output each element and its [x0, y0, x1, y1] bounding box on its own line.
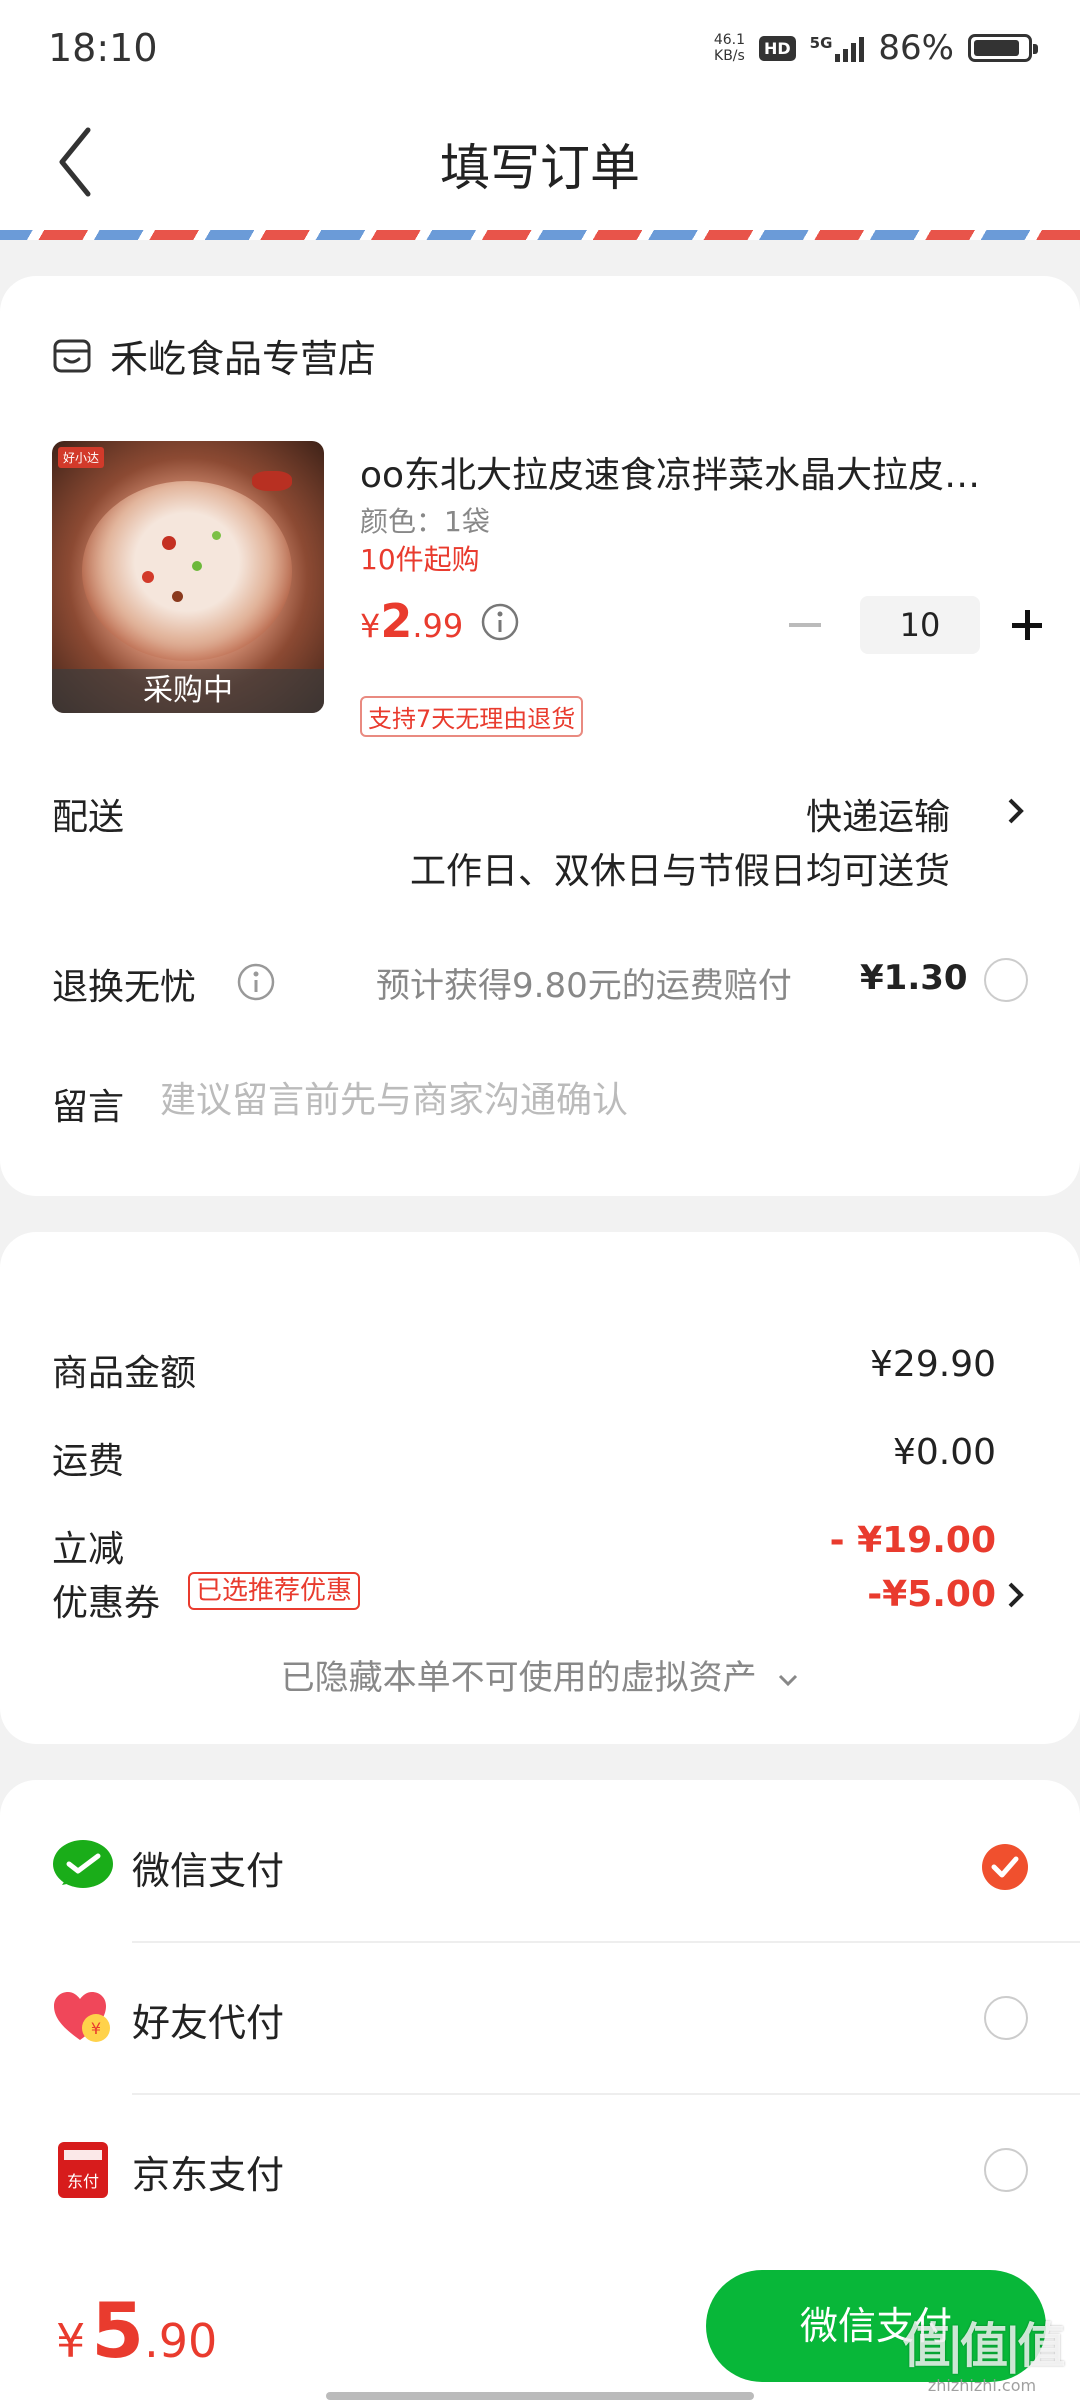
status-bar: 18:10 46.1 KB/s HD 5G 86%	[0, 0, 1080, 100]
battery-level	[974, 40, 1019, 56]
worry-free-label: 退换无忧	[52, 967, 197, 1008]
home-indicator[interactable]	[326, 2392, 754, 2400]
hd-icon: HD	[759, 35, 796, 61]
goods-amount-label: 商品金额	[52, 1353, 197, 1394]
friend-pay-radio[interactable]	[984, 1996, 1028, 2040]
selected-check-icon[interactable]	[982, 1844, 1028, 1890]
goods-amount-value: ¥29.90	[870, 1344, 996, 1385]
delivery-note: 工作日、双休日与节假日均可送货	[409, 851, 950, 892]
svg-text:东付: 东付	[67, 2172, 99, 2191]
wechat-pay-label: 微信支付	[132, 1849, 285, 1893]
status-time: 18:10	[48, 26, 158, 70]
payment-option-wechat[interactable]: 微信支付	[0, 1790, 1080, 1940]
payment-option-jd[interactable]: 东付 京东支付	[0, 2094, 1080, 2244]
image-tag: 好小达	[58, 447, 105, 468]
minus-icon	[789, 623, 821, 627]
svg-text:¥: ¥	[91, 2019, 101, 2038]
message-label: 留言	[52, 1087, 125, 1128]
quantity-stepper: 10	[780, 596, 1052, 654]
total-price: ¥ 5 .90	[56, 2286, 218, 2375]
friend-pay-icon: ¥	[54, 1992, 110, 2042]
product-price: ¥ 2 .99	[360, 594, 464, 648]
coupon-value[interactable]: -¥5.00	[867, 1574, 996, 1615]
airmail-divider	[0, 230, 1080, 240]
return-policy-badge: 支持7天无理由退货	[360, 696, 584, 737]
worry-free-text: 预计获得9.80元的运费赔付	[376, 966, 792, 1006]
product-title[interactable]: oo东北大拉皮速食凉拌菜水晶大拉皮东北特色凉菜	[360, 446, 1000, 498]
decrease-button[interactable]	[780, 600, 830, 650]
shipping-label: 运费	[52, 1441, 125, 1482]
product-image[interactable]: 好小达 采购中	[52, 441, 324, 713]
nav-bar: 填写订单	[0, 100, 1080, 230]
friend-pay-label: 好友代付	[132, 2001, 285, 2045]
product-spec[interactable]: 颜色：1袋	[360, 500, 490, 540]
payment-option-friend[interactable]: ¥ 好友代付	[0, 1942, 1080, 2092]
status-icons: 46.1 KB/s HD 5G 86%	[713, 28, 1038, 68]
quantity-input[interactable]: 10	[860, 596, 980, 654]
worry-free-price: ¥1.30	[860, 958, 968, 998]
battery-icon	[968, 34, 1038, 62]
shop-name: 禾屹食品专营店	[110, 337, 377, 381]
hidden-assets-toggle[interactable]: 已隐藏本单不可使用的虚拟资产	[0, 1650, 1080, 1699]
chevron-right-icon[interactable]	[1004, 796, 1028, 826]
price-info-icon[interactable]	[480, 602, 520, 642]
coupon-tag: 已选推荐优惠	[188, 1572, 361, 1610]
shop-row[interactable]: 禾屹食品专营店	[52, 328, 376, 383]
discount-value: - ¥19.00	[829, 1520, 996, 1561]
jd-pay-label: 京东支付	[132, 2153, 285, 2197]
jd-pay-radio[interactable]	[984, 2148, 1028, 2192]
wechat-pay-icon	[53, 1840, 113, 1888]
buying-status: 采购中	[52, 669, 324, 713]
net-speed: 46.1 KB/s	[713, 32, 745, 64]
coupon-chevron-icon[interactable]	[1004, 1580, 1028, 1610]
battery-percent: 86%	[878, 28, 954, 68]
order-card: 禾屹食品专营店 好小达 采购中 oo东北大拉皮速食凉拌菜水晶大拉皮东北特色凉菜 …	[0, 276, 1080, 1196]
worry-free-info-icon[interactable]	[236, 962, 276, 1002]
site-watermark: 值|值|值 zhizhizhi.com	[902, 2318, 1065, 2395]
page-title: 填写订单	[440, 139, 640, 197]
min-purchase: 10件起购	[360, 543, 480, 576]
message-input[interactable]	[160, 1072, 1020, 1128]
shop-icon	[53, 339, 91, 372]
shipping-value: ¥0.00	[892, 1432, 996, 1473]
discount-label: 立减	[52, 1529, 125, 1570]
chevron-down-icon	[779, 1674, 798, 1686]
delivery-method[interactable]: 快递运输	[806, 788, 950, 840]
delivery-label: 配送	[52, 797, 125, 838]
coupon-label: 优惠券	[52, 1583, 161, 1624]
increase-button[interactable]	[1002, 600, 1052, 650]
worry-free-radio[interactable]	[984, 958, 1028, 1002]
jd-pay-icon: 东付	[58, 2142, 108, 2198]
signal-icon: 5G	[810, 34, 865, 62]
